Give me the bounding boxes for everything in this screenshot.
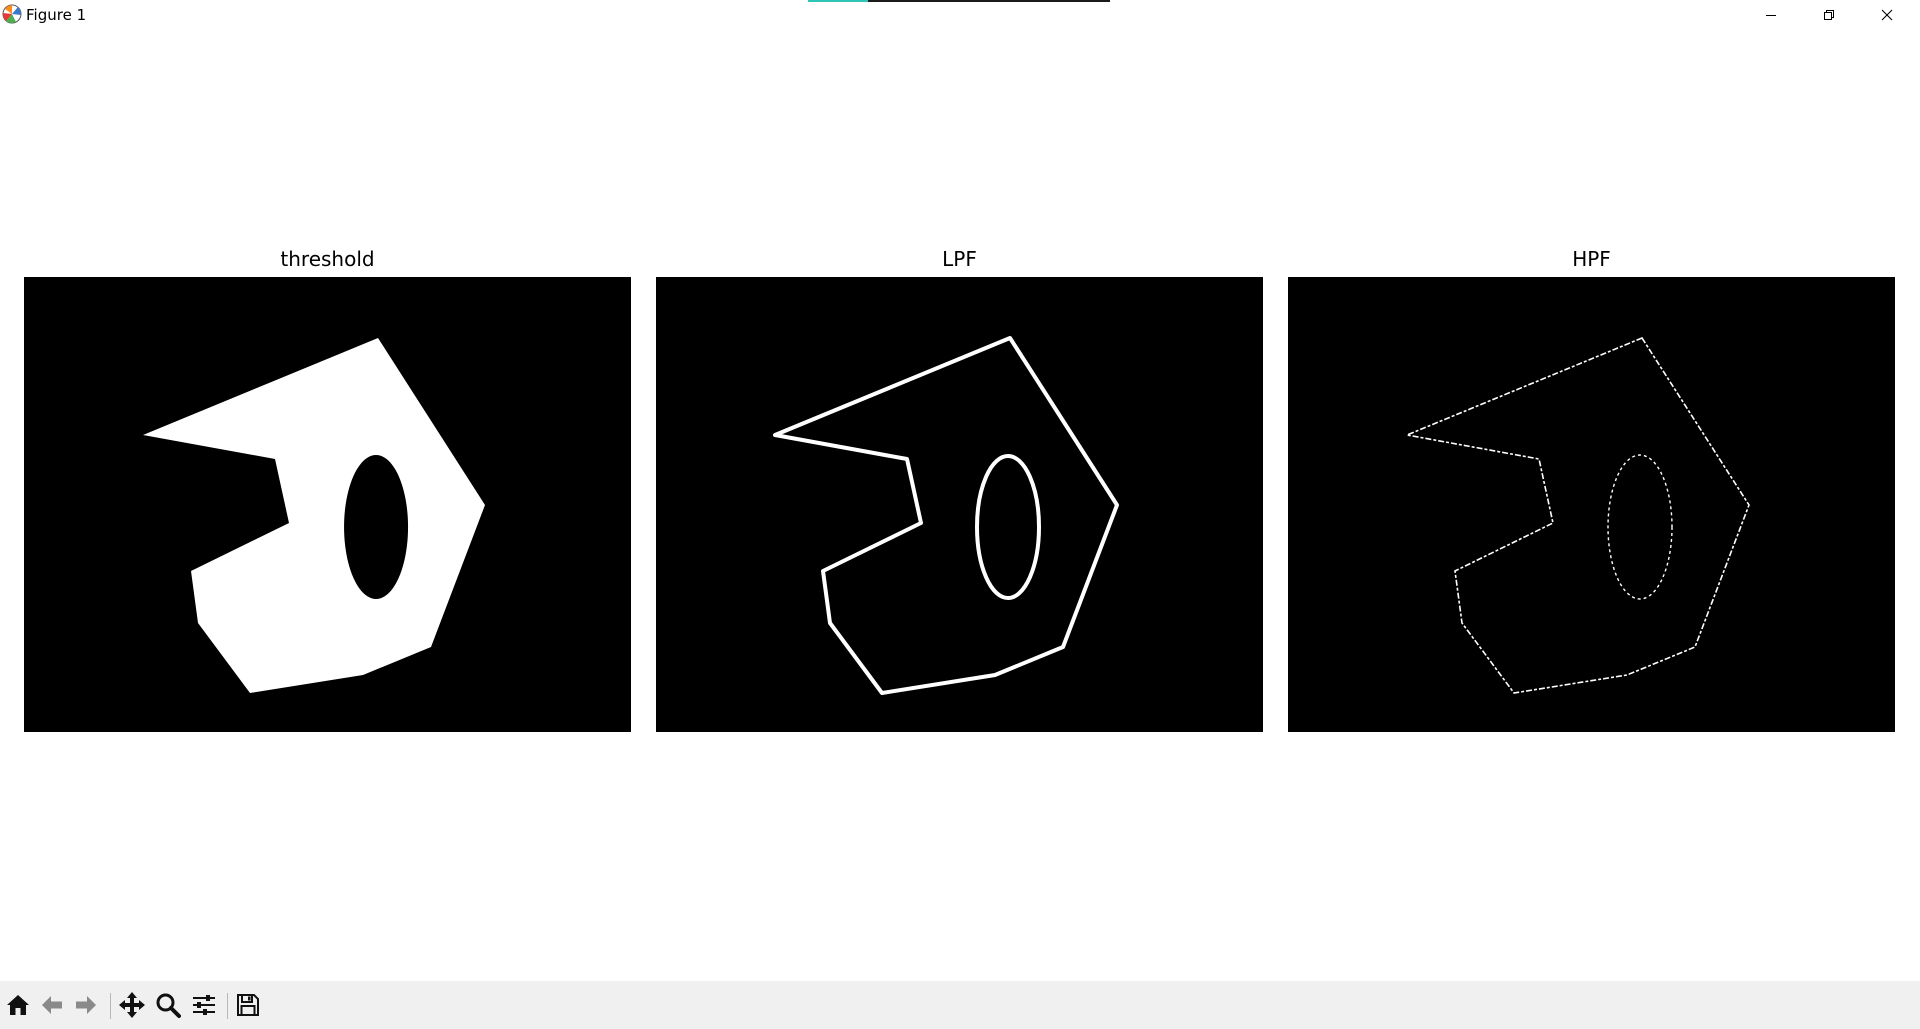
close-icon	[1881, 9, 1893, 21]
title-bar[interactable]: Figure 1	[0, 0, 1920, 30]
back-button[interactable]	[37, 990, 67, 1020]
configure-subplots-icon	[193, 995, 215, 1015]
axes-lpf-image[interactable]	[656, 277, 1263, 732]
figure-canvas[interactable]: threshold LPF HPF	[0, 30, 1920, 981]
subplot-title-threshold: threshold	[280, 247, 375, 271]
matplotlib-app-icon	[2, 4, 22, 24]
lpf-edge-image	[773, 336, 1119, 695]
forward-arrow-icon	[76, 996, 96, 1014]
subplot-title-lpf: LPF	[942, 247, 977, 271]
zoom-button[interactable]	[153, 990, 183, 1020]
window-title: Figure 1	[26, 6, 87, 24]
axes-hpf-image[interactable]	[1288, 277, 1895, 732]
pan-move-icon	[119, 992, 145, 1018]
save-floppy-icon	[237, 994, 259, 1016]
toolbar-separator	[110, 993, 111, 1019]
configure-subplots-button[interactable]	[189, 990, 219, 1020]
close-button[interactable]	[1858, 0, 1916, 30]
home-icon	[7, 995, 29, 1015]
minimize-button[interactable]	[1742, 0, 1800, 30]
minimize-icon	[1766, 15, 1776, 16]
title-progress-fill	[808, 0, 869, 2]
subplot-title-hpf: HPF	[1572, 247, 1611, 271]
pan-button[interactable]	[117, 990, 147, 1020]
save-button[interactable]	[233, 990, 263, 1020]
zoom-magnifier-icon	[156, 993, 181, 1018]
threshold-image	[143, 338, 485, 693]
toolbar-separator	[227, 993, 228, 1019]
restore-icon	[1824, 10, 1834, 20]
forward-button[interactable]	[71, 990, 101, 1020]
restore-button[interactable]	[1800, 0, 1858, 30]
hpf-edge-image	[1404, 337, 1750, 694]
title-progress-track	[808, 0, 1110, 2]
axes-threshold-image[interactable]	[24, 277, 631, 732]
home-button[interactable]	[3, 990, 33, 1020]
navigation-toolbar	[0, 981, 1920, 1029]
back-arrow-icon	[42, 996, 62, 1014]
figure-window: Figure 1 threshold LPF HPF	[0, 0, 1920, 1029]
